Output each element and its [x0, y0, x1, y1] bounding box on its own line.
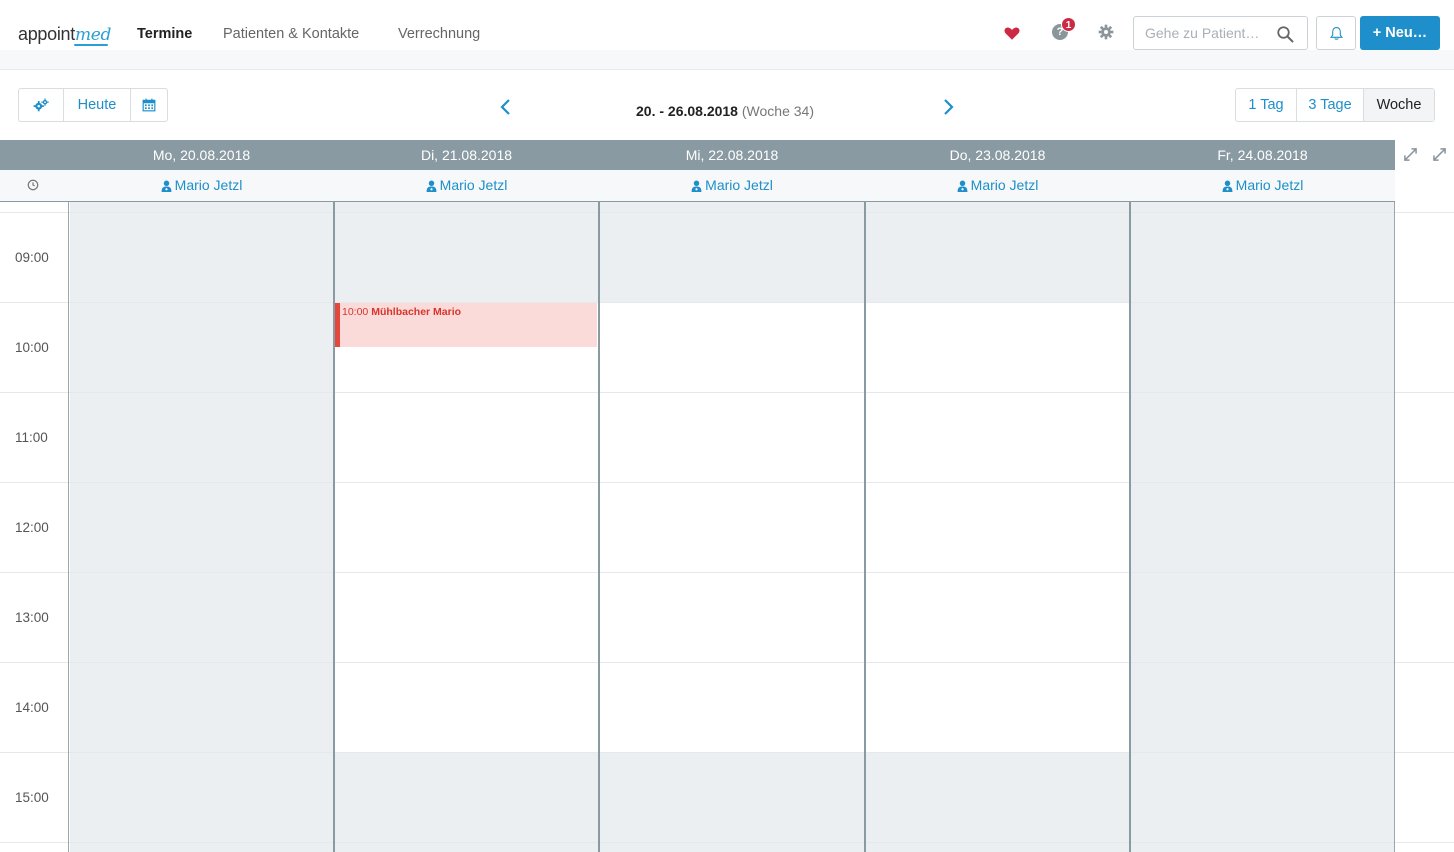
- new-button[interactable]: + Neu…: [1360, 16, 1440, 50]
- today-button[interactable]: Heute: [64, 89, 130, 121]
- hour-line: [0, 842, 1454, 843]
- hour-line: [0, 662, 1454, 663]
- time-label: 10:00: [15, 340, 49, 355]
- logo-accent-text: med: [74, 25, 112, 45]
- notifications-button[interactable]: [1316, 16, 1356, 50]
- view-3-days-button[interactable]: 3 Tage: [1297, 89, 1363, 121]
- bell-icon: [1330, 26, 1343, 40]
- week-range-text: 20. - 26.08.2018: [636, 103, 738, 119]
- resource-row: Mario Jetzl Mario Jetzl Mario Jetzl Mari…: [0, 170, 1395, 202]
- hour-line: [0, 392, 1454, 393]
- notification-badge: 1: [1061, 17, 1076, 32]
- top-navigation-bar: appointmed Termine Patienten & Kontakte …: [0, 0, 1454, 50]
- expand-icon[interactable]: [1404, 148, 1417, 161]
- column-border: [1129, 202, 1131, 852]
- column-border: [68, 202, 69, 852]
- doctor-icon: [691, 180, 702, 192]
- fullscreen-icon[interactable]: [1433, 148, 1446, 161]
- resource-name: Mario Jetzl: [439, 177, 508, 193]
- patient-search-box: [1133, 16, 1308, 50]
- unavailable-slot: [335, 202, 599, 303]
- column-border: [598, 202, 600, 852]
- view-week-button[interactable]: Woche: [1364, 89, 1434, 121]
- time-label: 15:00: [15, 790, 49, 805]
- resource-monday[interactable]: Mario Jetzl: [70, 170, 333, 201]
- hour-line: [0, 752, 1454, 753]
- cogs-icon: [33, 98, 49, 112]
- calendar-toolbar-left: Heute: [18, 88, 168, 122]
- doctor-icon: [426, 180, 437, 192]
- appointment-label: 10:00 Mühlbacher Mario: [342, 306, 461, 318]
- week-number-text: (Woche 34): [741, 103, 814, 119]
- nav-patienten-kontakte[interactable]: Patienten & Kontakte: [223, 26, 359, 42]
- week-range-label: 20. - 26.08.2018 (Woche 34): [636, 103, 814, 119]
- hour-line: [0, 482, 1454, 483]
- column-border: [333, 202, 335, 852]
- unavailable-slot: [70, 202, 334, 852]
- calendar-grid: 09:00 10:00 11:00 12:00 13:00 14:00 15:0…: [0, 202, 1454, 852]
- resource-thursday[interactable]: Mario Jetzl: [866, 170, 1129, 201]
- logo-text: appoint: [18, 24, 75, 44]
- clock-icon: [27, 179, 39, 191]
- resource-name: Mario Jetzl: [1235, 177, 1304, 193]
- column-border: [1394, 202, 1395, 852]
- unavailable-slot: [335, 752, 599, 852]
- day-header-wednesday[interactable]: Mi, 22.08.2018: [600, 140, 864, 170]
- date-picker-button[interactable]: [131, 89, 167, 121]
- unavailable-slot: [600, 202, 865, 303]
- unavailable-slot: [600, 752, 865, 852]
- unavailable-slot: [1131, 202, 1395, 852]
- doctor-icon: [161, 180, 172, 192]
- time-label: 13:00: [15, 610, 49, 625]
- doctor-icon: [957, 180, 968, 192]
- day-header-monday[interactable]: Mo, 20.08.2018: [70, 140, 333, 170]
- day-header-thursday[interactable]: Do, 23.08.2018: [866, 140, 1129, 170]
- topbar-divider-strip: [0, 50, 1454, 70]
- search-icon[interactable]: [1276, 25, 1294, 43]
- time-label: 12:00: [15, 520, 49, 535]
- view-switcher: 1 Tag 3 Tage Woche: [1235, 88, 1435, 122]
- appointment-time: 10:00: [342, 306, 369, 318]
- logo-underline: [74, 44, 108, 46]
- hour-line: [0, 212, 1454, 213]
- unavailable-slot: [866, 752, 1130, 852]
- nav-termine[interactable]: Termine: [137, 26, 192, 42]
- time-label: 14:00: [15, 700, 49, 715]
- resource-wednesday[interactable]: Mario Jetzl: [600, 170, 864, 201]
- resource-friday[interactable]: Mario Jetzl: [1131, 170, 1394, 201]
- resource-name: Mario Jetzl: [970, 177, 1039, 193]
- unavailable-slot: [866, 202, 1130, 303]
- hour-line: [0, 572, 1454, 573]
- view-1-day-button[interactable]: 1 Tag: [1236, 89, 1296, 121]
- search-input[interactable]: [1145, 24, 1275, 42]
- appointment-event[interactable]: 10:00 Mühlbacher Mario: [335, 303, 597, 347]
- resource-name: Mario Jetzl: [705, 177, 773, 193]
- appointment-patient: Mühlbacher Mario: [371, 306, 462, 318]
- column-border: [864, 202, 866, 852]
- heart-icon[interactable]: [1003, 24, 1021, 42]
- hour-line: [0, 302, 1454, 303]
- time-label: 09:00: [15, 250, 49, 265]
- calendar-settings-button[interactable]: [19, 89, 63, 121]
- calendar-icon: [142, 98, 156, 112]
- next-week-arrow-icon[interactable]: [941, 98, 955, 116]
- resource-name: Mario Jetzl: [174, 177, 243, 193]
- resource-tuesday[interactable]: Mario Jetzl: [335, 170, 598, 201]
- previous-week-arrow-icon[interactable]: [499, 98, 513, 116]
- day-header-tuesday[interactable]: Di, 21.08.2018: [335, 140, 598, 170]
- doctor-icon: [1222, 180, 1233, 192]
- gear-icon[interactable]: [1098, 24, 1114, 40]
- nav-verrechnung[interactable]: Verrechnung: [398, 26, 480, 42]
- time-label: 11:00: [15, 430, 48, 445]
- day-header-row: Mo, 20.08.2018 Di, 21.08.2018 Mi, 22.08.…: [0, 140, 1395, 170]
- day-header-friday[interactable]: Fr, 24.08.2018: [1131, 140, 1394, 170]
- app-logo[interactable]: appointmed: [18, 24, 111, 45]
